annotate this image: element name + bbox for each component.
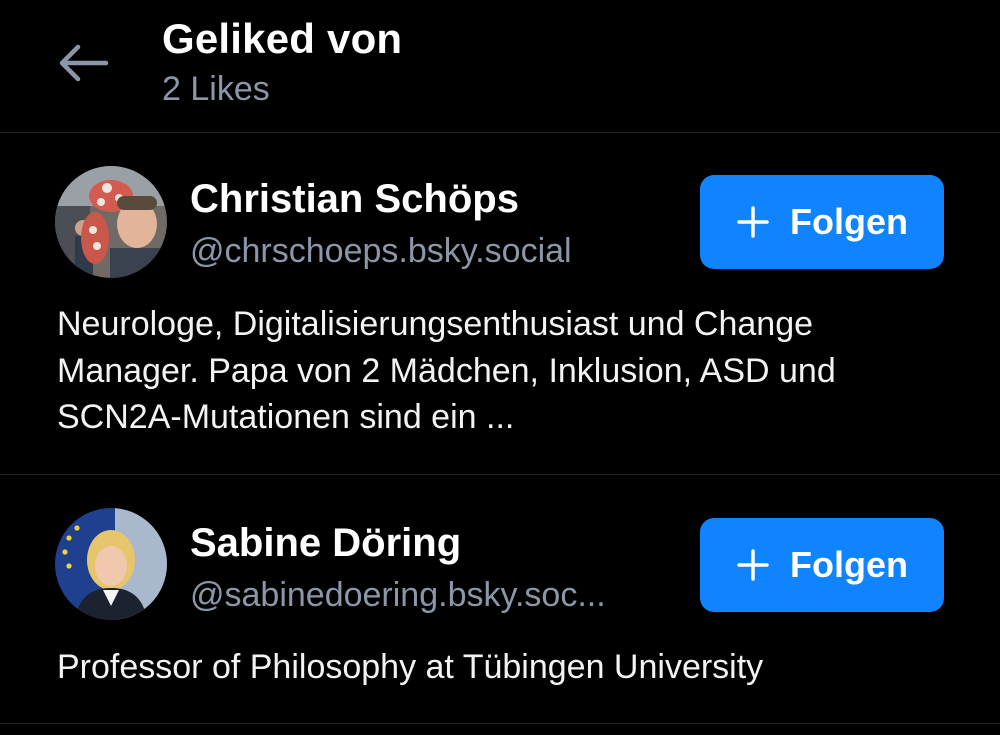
back-button[interactable] <box>50 38 116 88</box>
display-name[interactable]: Christian Schöps <box>190 175 519 223</box>
likes-count: 2 Likes <box>162 70 270 108</box>
avatar[interactable] <box>55 166 167 278</box>
avatar-photo <box>55 508 167 620</box>
avatar-photo <box>55 166 167 278</box>
user-list-item[interactable]: Christian Schöps @chrschoeps.bsky.social… <box>0 133 1000 475</box>
follow-button[interactable]: Folgen <box>700 175 944 269</box>
page-title: Geliked von <box>162 15 403 62</box>
avatar[interactable] <box>55 508 167 620</box>
arrow-left-icon <box>59 44 109 82</box>
follow-button[interactable]: Folgen <box>700 518 944 612</box>
follow-button-label: Folgen <box>790 201 908 242</box>
user-handle[interactable]: @sabinedoering.bsky.soc... <box>190 574 606 616</box>
user-bio: Neurologe, Digitalisierungsenthusiast un… <box>57 305 836 436</box>
plus-icon <box>737 206 769 238</box>
plus-icon <box>737 549 769 581</box>
display-name[interactable]: Sabine Döring <box>190 519 461 567</box>
user-handle[interactable]: @chrschoeps.bsky.social <box>190 230 572 272</box>
follow-button-label: Folgen <box>790 544 908 585</box>
user-list-item[interactable]: Sabine Döring @sabinedoering.bsky.soc...… <box>0 475 1000 724</box>
user-bio: Professor of Philosophy at Tübingen Univ… <box>57 648 764 686</box>
page-header: Geliked von 2 Likes <box>0 0 1000 133</box>
